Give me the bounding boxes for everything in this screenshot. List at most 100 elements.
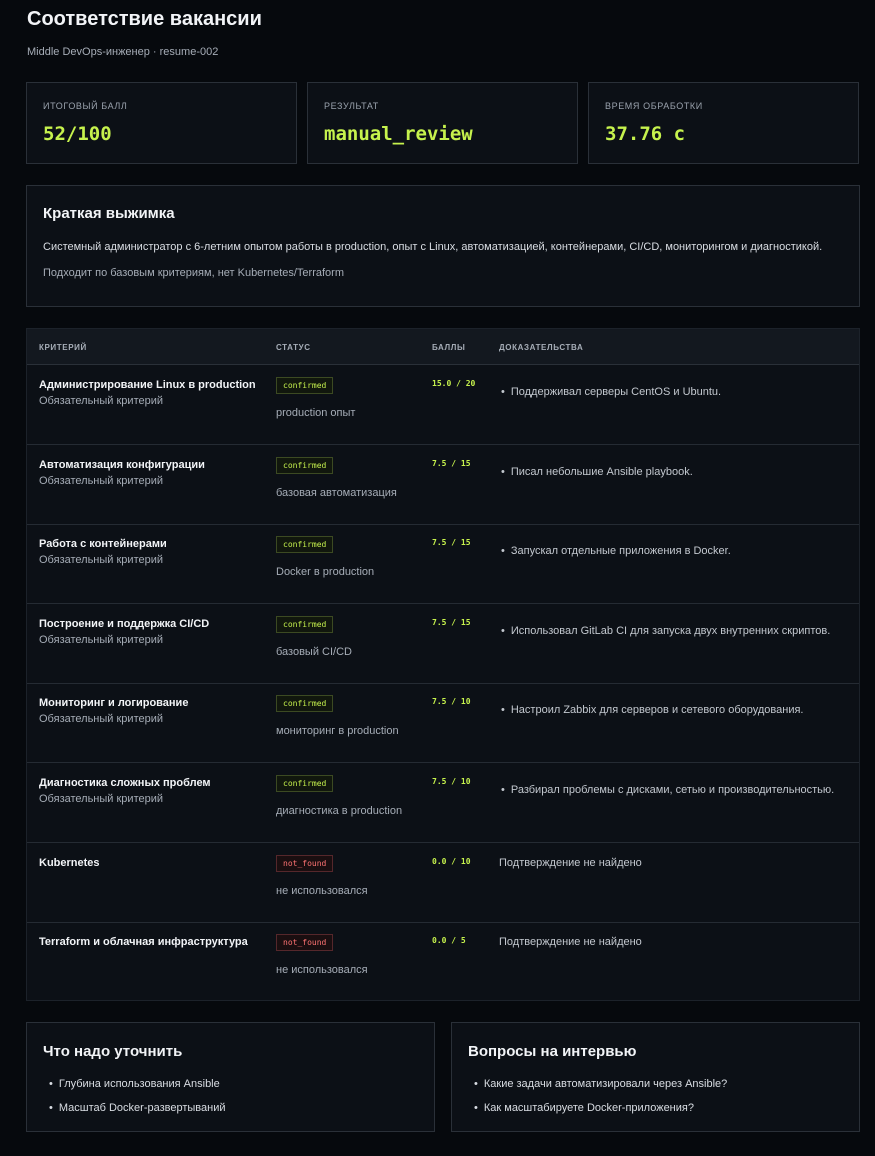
criterion-name: Диагностика сложных проблем xyxy=(39,777,211,789)
questions-card: Вопросы на интервью • Какие задачи автома… xyxy=(451,1022,860,1132)
evidence-item: • Писал небольшие Ansible playbook. xyxy=(501,466,693,478)
stat-label: ВРЕМЯ ОБРАБОТКИ xyxy=(605,101,703,111)
evidence-item: • Запускал отдельные приложения в Docker. xyxy=(501,545,731,557)
status-note: Docker в production xyxy=(276,566,375,579)
bullet-icon: • xyxy=(501,386,505,398)
criterion-type: Обязательный критерий xyxy=(39,713,164,726)
status-badge: confirmed xyxy=(276,775,334,792)
evidence-text: Разбирал проблемы с дисками, сетью и про… xyxy=(510,784,835,796)
criterion-type: Обязательный критерий xyxy=(39,633,164,646)
stat-card-result: РЕЗУЛЬТАТ manual_review xyxy=(307,82,578,164)
evidence-text: Использовал GitLab CI для запуска двух в… xyxy=(510,624,831,637)
table-row: Автоматизация конфигурации Обязательный к… xyxy=(27,445,859,525)
criterion-name: Мониторинг и логирование xyxy=(39,697,189,710)
questions-heading: Вопросы на интервью xyxy=(468,1043,637,1060)
summary-card: Краткая выжимка Системный администратор … xyxy=(26,185,860,307)
status-badge: not_found xyxy=(276,934,334,952)
column-header-criterion: КРИТЕРИЙ xyxy=(39,343,87,352)
status-badge: confirmed xyxy=(276,377,334,394)
stat-card-time: ВРЕМЯ ОБРАБОТКИ 37.76 с xyxy=(588,82,859,164)
score-value: 7.5 / 15 xyxy=(432,458,471,468)
list-item: • Глубина использования Ansible xyxy=(49,1078,226,1102)
evidence-item: • Разбирал проблемы с дисками, сетью и пр… xyxy=(501,784,834,796)
criterion-name: Администрирование Linux в production xyxy=(39,379,256,391)
status-note: не использовался xyxy=(276,964,368,977)
criterion-name: Работа с контейнерами xyxy=(39,538,167,551)
evidence-text: Запускал отдельные приложения в Docker. xyxy=(510,545,731,558)
evidence-text: Подтверждение не найдено xyxy=(499,856,642,869)
status-badge: confirmed xyxy=(276,695,334,713)
stat-value: 37.76 с xyxy=(605,123,686,145)
page-title: Соответствие вакансии xyxy=(27,8,262,30)
table-row: Диагностика сложных проблем Обязательный … xyxy=(27,763,859,843)
evidence-text: Подтверждение не найдено xyxy=(499,936,642,949)
list-item-text: Масштаб Docker-развертываний xyxy=(58,1102,226,1114)
criterion-type: Обязательный критерий xyxy=(39,474,164,487)
score-value: 7.5 / 10 xyxy=(432,777,471,786)
evidence-text: Писал небольшие Ansible playbook. xyxy=(510,465,693,478)
bullet-icon: • xyxy=(501,624,505,637)
bullet-icon: • xyxy=(501,545,505,558)
list-item-text: Как масштабируете Docker-приложения? xyxy=(483,1102,694,1114)
stat-card-score: ИТОГОВЫЙ БАЛЛ 52/100 xyxy=(26,82,297,164)
bullet-icon: • xyxy=(501,784,505,796)
list-item-text: Какие задачи автоматизировали через Ansi… xyxy=(483,1078,728,1090)
bullet-icon: • xyxy=(49,1102,53,1114)
list-item: • Как масштабируете Docker-приложения? xyxy=(474,1102,727,1126)
column-header-status: СТАТУС xyxy=(276,343,311,352)
score-value: 15.0 / 20 xyxy=(432,379,476,388)
summary-text: Системный администратор с 6-летним опыто… xyxy=(43,241,823,253)
column-header-evidence: ДОКАЗАТЕЛЬСТВА xyxy=(499,343,584,352)
clarify-card: Что надо уточнить • Глубина использования… xyxy=(26,1022,435,1132)
status-note: не использовался xyxy=(276,884,368,897)
table-row: Построение и поддержка CI/CD Обязательный… xyxy=(27,604,859,684)
table-row: Kubernetes not_found не использовался 0.0 /… xyxy=(27,843,859,923)
criterion-name: Terraform и облачная инфраструктура xyxy=(39,936,248,949)
table-row: Работа с контейнерами Обязательный критер… xyxy=(27,524,859,605)
table-row: Администрирование Linux в production Обяз… xyxy=(27,365,859,445)
status-note: production опыт xyxy=(276,407,356,419)
score-value: 7.5 / 10 xyxy=(432,697,471,707)
questions-list: • Какие задачи автоматизировали через Ans… xyxy=(474,1078,727,1126)
summary-note: Подходит по базовым критериям, нет Kuber… xyxy=(43,267,344,279)
criterion-type: Обязательный критерий xyxy=(39,395,164,407)
bullet-icon: • xyxy=(474,1102,478,1114)
status-note: базовый CI/CD xyxy=(276,645,352,658)
status-note: мониторинг в production xyxy=(276,725,399,738)
evidence-item: • Поддерживал серверы CentOS и Ubuntu. xyxy=(501,386,721,398)
evidence-text: Поддерживал серверы CentOS и Ubuntu. xyxy=(510,386,722,398)
bullet-icon: • xyxy=(474,1078,478,1090)
table-row: Terraform и облачная инфраструктура not_f… xyxy=(27,922,859,1002)
status-badge: confirmed xyxy=(276,456,334,474)
criterion-name: Построение и поддержка CI/CD xyxy=(39,617,210,630)
evidence-item: • Настроил Zabbix для серверов и сетевого… xyxy=(501,704,803,716)
clarify-list: • Глубина использования Ansible • Масштаб … xyxy=(49,1078,226,1126)
score-value: 0.0 / 10 xyxy=(432,856,471,866)
bullet-icon: • xyxy=(501,465,505,478)
list-item: • Какие задачи автоматизировали через Ans… xyxy=(474,1078,727,1102)
stat-label: РЕЗУЛЬТАТ xyxy=(324,101,379,111)
status-note: базовая автоматизация xyxy=(276,486,397,499)
criteria-table: КРИТЕРИЙ СТАТУС БАЛЛЫ ДОКАЗАТЕЛЬСТВА Адм… xyxy=(26,328,860,1001)
stat-value: manual_review xyxy=(324,123,473,145)
score-value: 7.5 / 15 xyxy=(432,538,471,548)
list-item: • Масштаб Docker-развертываний xyxy=(49,1102,226,1126)
page-subtitle: Middle DevOps-инженер · resume-002 xyxy=(27,46,219,58)
score-value: 7.5 / 15 xyxy=(432,617,471,627)
evidence-text: Настроил Zabbix для серверов и сетевого … xyxy=(510,704,804,717)
status-badge: confirmed xyxy=(276,615,334,633)
column-header-score: БАЛЛЫ xyxy=(432,343,466,352)
criterion-name: Kubernetes xyxy=(39,856,100,869)
list-item-text: Глубина использования Ansible xyxy=(58,1078,220,1090)
criterion-name: Автоматизация конфигурации xyxy=(39,458,205,471)
status-note: диагностика в production xyxy=(276,805,403,817)
clarify-heading: Что надо уточнить xyxy=(43,1043,183,1060)
table-header: КРИТЕРИЙ СТАТУС БАЛЛЫ ДОКАЗАТЕЛЬСТВА xyxy=(27,329,859,365)
table-row: Мониторинг и логирование Обязательный кри… xyxy=(27,683,859,764)
status-badge: not_found xyxy=(276,854,334,872)
score-value: 0.0 / 5 xyxy=(432,936,466,946)
status-badge: confirmed xyxy=(276,536,334,554)
bullet-icon: • xyxy=(501,704,505,717)
bullet-icon: • xyxy=(49,1078,53,1090)
evidence-item: • Использовал GitLab CI для запуска двух … xyxy=(501,625,830,637)
